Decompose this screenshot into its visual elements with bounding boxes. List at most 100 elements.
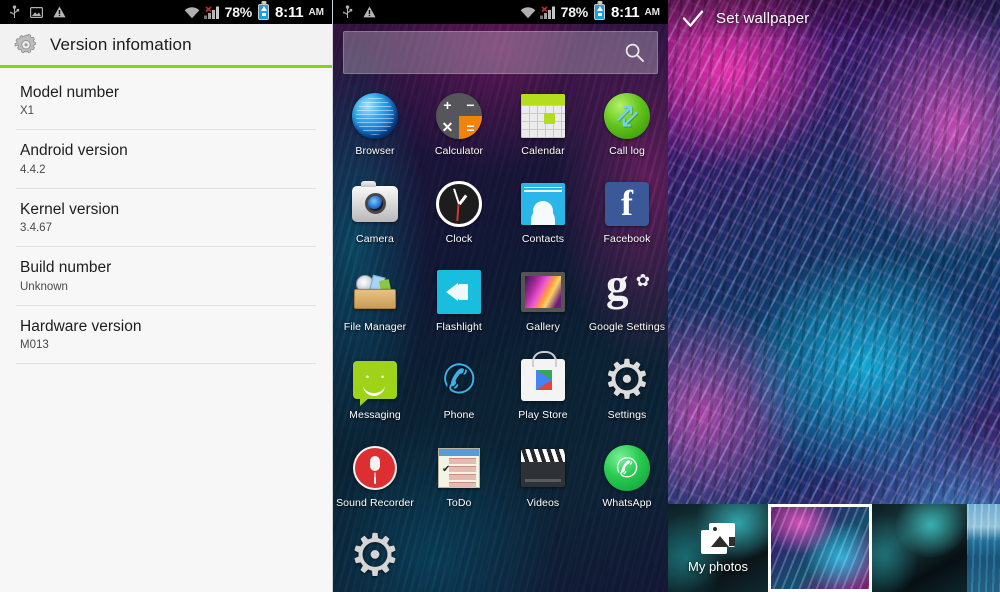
app-label: Calendar	[521, 145, 565, 157]
file-manager-icon[interactable]	[350, 267, 400, 317]
app-label: ToDo	[446, 497, 472, 509]
calculator-icon[interactable]: + − ✕ =	[434, 91, 484, 141]
set-wallpaper-label: Set wallpaper	[716, 10, 810, 27]
status-bar-left-icons	[0, 5, 66, 19]
list-item[interactable]: Build number Unknown	[0, 246, 332, 304]
app-drawer-pane: 78% 8:11 AM Browser + − ✕ = Calculator C…	[333, 0, 668, 592]
list-item[interactable]: Hardware version M013	[0, 304, 332, 363]
usb-icon	[10, 5, 20, 18]
flashlight-icon[interactable]	[434, 267, 484, 317]
app-flashlight[interactable]: Flashlight	[417, 261, 501, 349]
calc-key-multiply: ✕	[441, 119, 454, 135]
list-item[interactable]: Model number X1	[0, 71, 332, 129]
app-camera[interactable]: Camera	[333, 173, 417, 261]
my-photos-label: My photos	[688, 558, 748, 574]
app-label: Camera	[356, 233, 394, 245]
wallpaper-thumbnail[interactable]	[967, 504, 1000, 592]
app-label: Videos	[526, 497, 560, 509]
calc-key-plus: +	[443, 96, 452, 113]
status-bar-left-status: 78% 8:11 AM	[184, 4, 332, 21]
setting-value: 3.4.67	[20, 222, 52, 235]
contacts-icon[interactable]	[518, 179, 568, 229]
whatsapp-icon[interactable]	[602, 443, 652, 493]
messaging-icon[interactable]: ••	[350, 355, 400, 406]
app-calculator[interactable]: + − ✕ = Calculator	[417, 85, 501, 173]
app-label: Phone	[443, 409, 475, 421]
todo-icon[interactable]: ✔	[434, 443, 484, 493]
app-phone[interactable]: Phone	[417, 349, 501, 437]
app-label: WhatsApp	[602, 497, 652, 509]
list-divider	[16, 363, 316, 365]
gallery-icon[interactable]	[518, 267, 568, 317]
google-settings-icon[interactable]	[602, 263, 652, 317]
phone-icon[interactable]	[434, 355, 484, 405]
wallpaper-picker-pane: Set wallpaper My photos	[668, 0, 1000, 592]
warning-icon	[53, 6, 66, 18]
facebook-icon[interactable]	[602, 179, 652, 229]
camera-icon[interactable]	[350, 179, 400, 229]
app-contacts[interactable]: Contacts	[501, 173, 585, 261]
clock-icon[interactable]	[434, 179, 484, 229]
search-icon[interactable]	[625, 43, 644, 62]
app-todo[interactable]: ✔ ToDo	[417, 437, 501, 525]
setting-value: Unknown	[20, 280, 68, 293]
calc-key-equals: =	[459, 116, 482, 139]
settings-gear-icon[interactable]	[602, 355, 652, 405]
app-label: Play Store	[518, 409, 568, 421]
app-google-settings[interactable]: Google Settings	[585, 261, 668, 349]
three-pane-screenshot: 78% 8:11 AM Version infomation Model num…	[0, 0, 1000, 592]
app-partial-next-row[interactable]	[333, 525, 417, 592]
app-browser[interactable]: Browser	[333, 85, 417, 173]
battery-percent-label: 78%	[224, 4, 253, 20]
setting-label: Hardware version	[20, 317, 142, 335]
app-gallery[interactable]: Gallery	[501, 261, 585, 349]
gallery-stack-icon	[701, 522, 735, 554]
app-whatsapp[interactable]: WhatsApp	[585, 437, 668, 525]
wallpaper-thumbnail[interactable]	[872, 504, 967, 592]
app-messaging[interactable]: •• Messaging	[333, 349, 417, 437]
app-calendar[interactable]: Calendar	[501, 85, 585, 173]
app-facebook[interactable]: Facebook	[585, 173, 668, 261]
app-settings[interactable]: Settings	[585, 349, 668, 437]
clock-ampm: AM	[308, 6, 324, 18]
set-wallpaper-action-bar[interactable]: Set wallpaper	[668, 0, 1000, 37]
videos-icon[interactable]	[518, 443, 568, 493]
clock-time: 8:11	[611, 3, 640, 21]
app-call-log[interactable]: Call log	[585, 85, 668, 173]
setting-label: Android version	[20, 142, 128, 160]
calendar-icon[interactable]	[518, 91, 568, 141]
app-label: Google Settings	[588, 321, 666, 333]
screenshot-icon	[30, 6, 43, 18]
search-input[interactable]	[343, 31, 658, 74]
settings-gear-icon[interactable]	[350, 531, 400, 581]
sound-recorder-icon[interactable]	[350, 443, 400, 493]
wallpaper-thumbnail-strip: My photos	[668, 504, 1000, 592]
status-bar-middle: 78% 8:11 AM	[333, 0, 668, 24]
settings-pane: 78% 8:11 AM Version infomation Model num…	[0, 0, 333, 592]
setting-value: M013	[20, 339, 49, 352]
battery-charging-icon	[594, 4, 606, 20]
setting-label: Kernel version	[20, 200, 120, 218]
list-item[interactable]: Android version 4.4.2	[0, 129, 332, 187]
wallpaper-thumbnail-selected[interactable]	[768, 504, 872, 592]
call-log-icon[interactable]	[602, 91, 652, 141]
page-title: Version infomation	[50, 34, 192, 54]
status-bar-left: 78% 8:11 AM	[0, 0, 332, 24]
app-label: Gallery	[526, 321, 560, 333]
status-bar-middle-icons	[333, 5, 376, 19]
battery-percent-label: 78%	[560, 4, 589, 20]
app-clock[interactable]: Clock	[417, 173, 501, 261]
app-videos[interactable]: Videos	[501, 437, 585, 525]
app-file-manager[interactable]: File Manager	[333, 261, 417, 349]
calc-key-minus: −	[466, 96, 475, 113]
checkmark-icon[interactable]	[682, 9, 704, 29]
setting-value: X1	[20, 105, 35, 118]
app-sound-recorder[interactable]: Sound Recorder	[333, 437, 417, 525]
my-photos-thumbnail[interactable]: My photos	[668, 504, 768, 592]
browser-icon[interactable]	[350, 91, 400, 141]
play-store-icon[interactable]	[518, 351, 568, 405]
warning-icon	[363, 6, 376, 18]
app-label: Contacts	[521, 233, 565, 245]
list-item[interactable]: Kernel version 3.4.67	[0, 187, 332, 246]
app-play-store[interactable]: Play Store	[501, 349, 585, 437]
